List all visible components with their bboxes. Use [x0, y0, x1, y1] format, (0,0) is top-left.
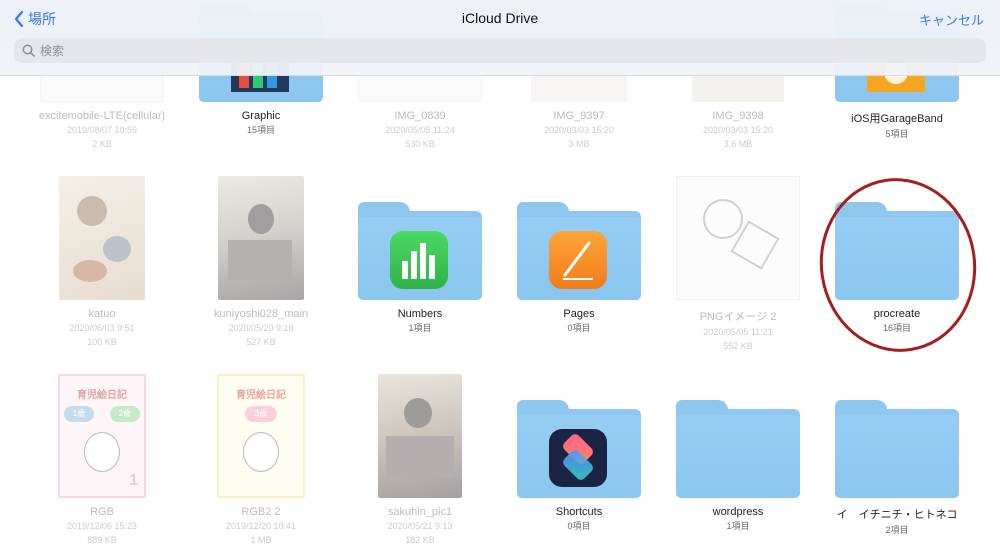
- search-field[interactable]: 検索: [14, 38, 986, 63]
- file-item[interactable]: katuo 2020/06/03 9:51 100 KB: [27, 176, 177, 348]
- file-date: 2020/03/03 15:20: [543, 125, 615, 135]
- file-name: kuniyoshi028_main: [213, 308, 309, 320]
- folder-count: 2項目: [885, 525, 909, 535]
- file-name: IMG_0839: [394, 110, 446, 122]
- thumb-title: 育児絵日記: [236, 390, 286, 401]
- file-size: 530 KB: [405, 139, 435, 149]
- thumb-age-badge: 3歳: [245, 406, 277, 422]
- numbers-app-icon: [390, 231, 448, 289]
- file-size: 3.6 MB: [723, 139, 753, 149]
- folder-item-shortcuts[interactable]: Shortcuts 0項目: [504, 400, 654, 532]
- folder-item-wordpress[interactable]: wordpress 1項目: [663, 400, 813, 532]
- file-thumbnail: [663, 176, 813, 300]
- folder-count: 0項目: [567, 521, 591, 531]
- thumb-number: 1: [129, 472, 138, 489]
- file-size: 182 KB: [405, 535, 435, 545]
- folder-icon: [835, 400, 959, 498]
- folder-count: 1項目: [408, 323, 432, 333]
- thumb-title: 育児絵日記: [77, 390, 127, 401]
- file-name: IMG_9397: [553, 110, 605, 122]
- file-thumbnail: 育児絵日記 1歳 2歳 1: [27, 374, 177, 498]
- folder-icon: [676, 400, 800, 498]
- cancel-button[interactable]: キャンセル: [919, 10, 984, 29]
- file-size: 552 KB: [723, 341, 753, 351]
- file-size: 100 KB: [87, 337, 117, 347]
- file-date: 2019/12/06 15:23: [66, 521, 138, 531]
- file-date: 2020/05/20 9:10: [228, 323, 294, 333]
- file-date: 2020/06/03 9:51: [69, 323, 135, 333]
- folder-icon: [517, 202, 641, 300]
- page-title: iCloud Drive: [461, 10, 539, 26]
- file-size: 1 MB: [250, 535, 272, 545]
- file-thumbnail: [27, 176, 177, 300]
- pages-app-icon: [549, 231, 607, 289]
- folder-item-numbers[interactable]: Numbers 1項目: [345, 202, 495, 334]
- file-size: 3 MB: [568, 139, 590, 149]
- folder-name: Numbers: [397, 308, 443, 320]
- shortcuts-app-icon: [549, 429, 607, 487]
- file-name: sakuhin_pic1: [387, 506, 453, 518]
- folder-name: Pages: [563, 308, 595, 320]
- thumb-age-badge: 2歳: [110, 406, 140, 422]
- folder-name: Shortcuts: [555, 506, 603, 518]
- folder-count: 0項目: [567, 323, 591, 333]
- file-name: IMG_9398: [712, 110, 764, 122]
- file-date: 2019/08/07 10:59: [66, 125, 138, 135]
- file-size: 2 KB: [92, 139, 112, 149]
- file-item[interactable]: 育児絵日記 3歳 RGB2 2 2019/12/20 10:41 1 MB: [186, 374, 336, 546]
- folder-item-pages[interactable]: Pages 0項目: [504, 202, 654, 334]
- file-size: 527 KB: [246, 337, 276, 347]
- search-icon: [22, 44, 35, 57]
- folder-name: iOS用GarageBand: [851, 113, 943, 125]
- file-item[interactable]: kuniyoshi028_main 2020/05/20 9:10 527 KB: [186, 176, 336, 348]
- navigation-bar: 場所 iCloud Drive キャンセル 検索: [0, 0, 1000, 76]
- file-thumbnail: [186, 176, 336, 300]
- file-date: 2020/05/21 9:13: [387, 521, 453, 531]
- file-date: 2020/03/03 15:20: [702, 125, 774, 135]
- thumb-age-badge: 1歳: [64, 406, 94, 422]
- file-date: 2020/05/05 11:21: [703, 327, 773, 337]
- file-item[interactable]: 育児絵日記 1歳 2歳 1 RGB 2019/12/06 15:23 889 K…: [27, 374, 177, 546]
- folder-count: 15項目: [246, 125, 275, 135]
- file-name: katuo: [88, 308, 116, 320]
- file-browser: excitemobile-LTE(cellular) 2019/08/07 10…: [0, 0, 1000, 555]
- file-size: 889 KB: [87, 535, 117, 545]
- folder-name: wordpress: [712, 506, 764, 518]
- folder-name: イ イチニチ・ヒトネコ: [836, 509, 958, 521]
- folder-icon: [517, 400, 641, 498]
- file-name: RGB2 2: [241, 506, 281, 518]
- search-placeholder: 検索: [40, 44, 65, 58]
- file-name: excitemobile-LTE(cellular): [38, 110, 166, 122]
- file-thumbnail: 育児絵日記 3歳: [186, 374, 336, 498]
- file-date: 2020/05/05 11:24: [385, 125, 455, 135]
- file-item[interactable]: sakuhin_pic1 2020/05/21 9:13 182 KB: [345, 374, 495, 546]
- folder-count: 1項目: [726, 521, 750, 531]
- file-date: 2019/12/20 10:41: [225, 521, 297, 531]
- folder-count: 5項目: [885, 129, 909, 139]
- file-item[interactable]: PNGイメージ 2 2020/05/05 11:21 552 KB: [663, 176, 813, 352]
- folder-icon: [358, 202, 482, 300]
- file-name: RGB: [90, 506, 114, 518]
- file-thumbnail: [345, 374, 495, 498]
- file-name: PNGイメージ 2: [699, 311, 777, 323]
- folder-name: Graphic: [241, 110, 281, 122]
- folder-item-ichinichi-hitoneko[interactable]: イ イチニチ・ヒトネコ 2項目: [822, 400, 972, 536]
